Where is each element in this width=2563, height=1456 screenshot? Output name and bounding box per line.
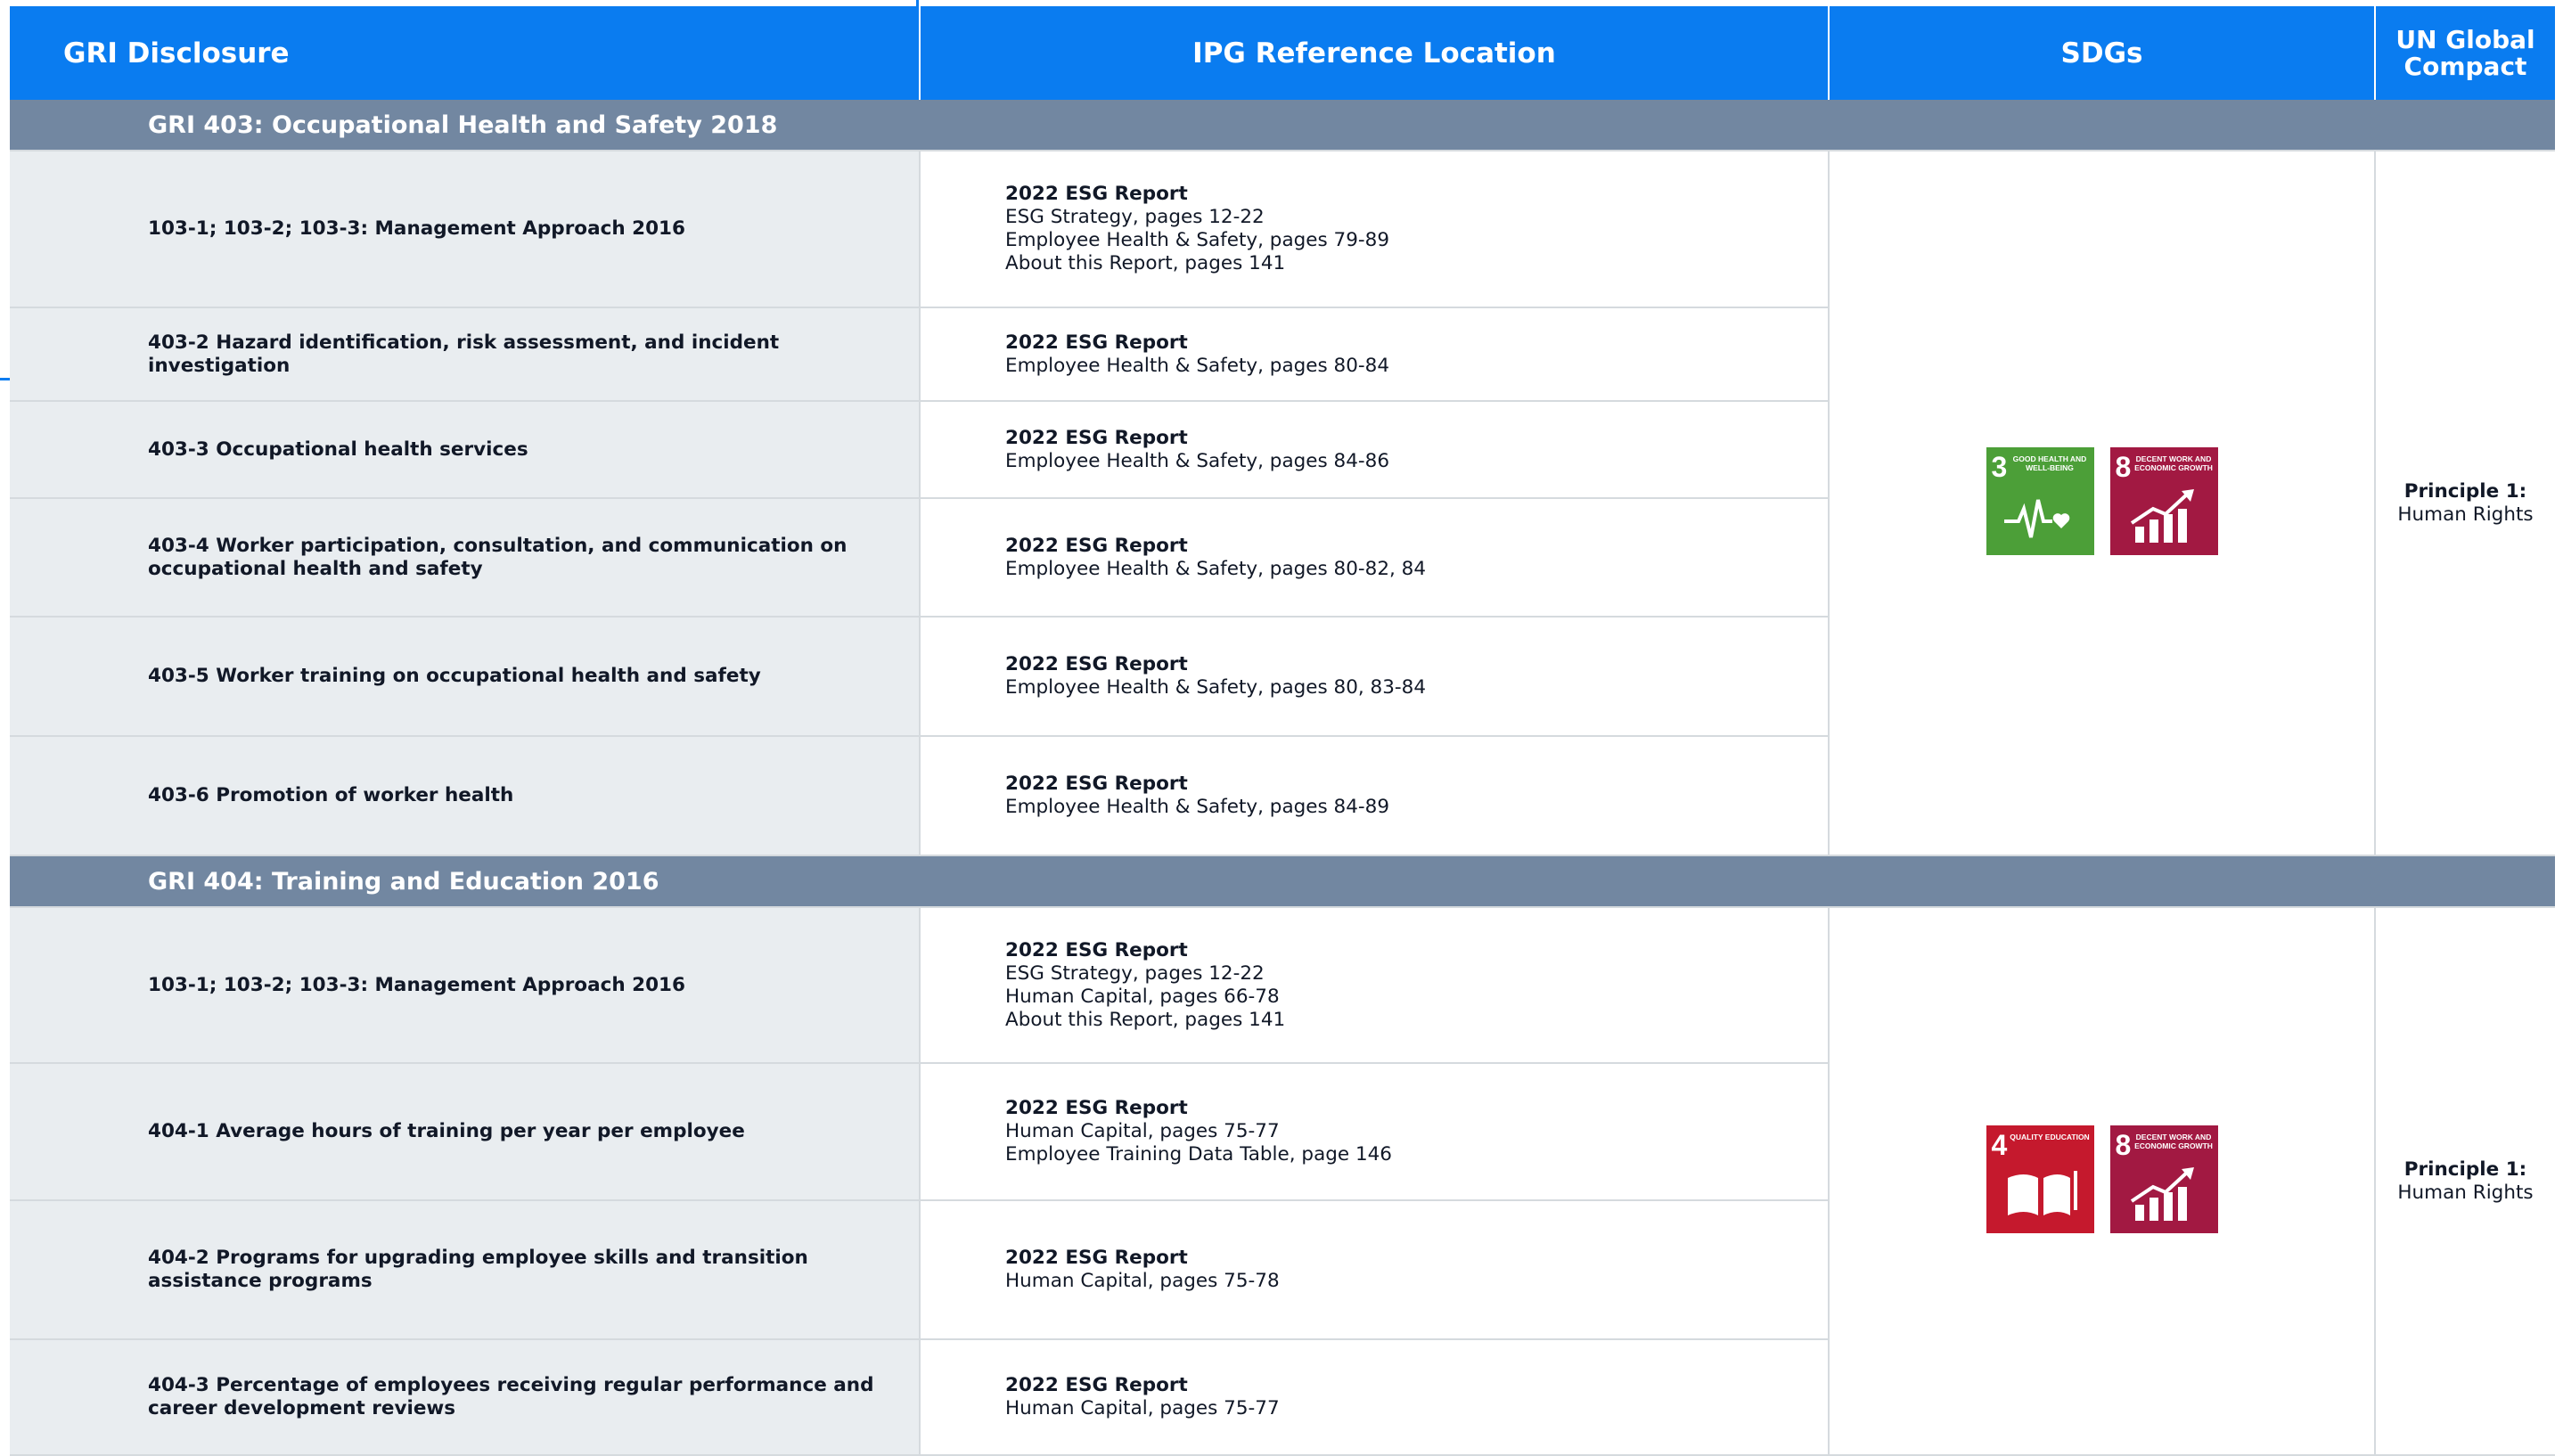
reference-line: Employee Health & Safety, pages 79-89 — [1005, 229, 1389, 251]
reference-title: 2022 ESG Report — [1005, 183, 1188, 205]
disclosure-cell: 103-1; 103-2; 103-3: Management Approach… — [10, 907, 921, 1064]
section-title: GRI 404: Training and Education 2016 — [10, 855, 2555, 908]
reference-cell: 2022 ESG Report ESG Strategy, pages 12-2… — [920, 151, 1830, 308]
reference-line: ESG Strategy, pages 12-22 — [1005, 961, 1265, 985]
sdg-cell: 3 Good Health and Well-Being 8 Decent Wo… — [1829, 151, 2376, 856]
reference-line: Human Capital, pages 75-78 — [1005, 1270, 1280, 1292]
header-un-global-compact: UN Global Compact — [2375, 6, 2555, 100]
section-header-row: GRI 404: Training and Education 2016 — [10, 855, 2555, 908]
disclosure-cell: 404-2 Programs for upgrading employee sk… — [10, 1200, 921, 1340]
table-row: 103-1; 103-2; 103-3: Management Approach… — [10, 151, 2555, 856]
sdg-label: Decent Work and Economic Growth — [2134, 1133, 2213, 1150]
sdg-label: Quality Education — [2010, 1133, 2090, 1141]
ungc-cell: Principle 1: Human Rights — [2375, 907, 2555, 1456]
table-header-row: GRI Disclosure IPG Reference Location SD… — [10, 6, 2555, 100]
sdg-number: 4 — [1991, 1129, 2008, 1161]
sdg-number: 3 — [1991, 451, 2008, 483]
sdg-label: Decent Work and Economic Growth — [2134, 454, 2213, 472]
reference-line: Employee Health & Safety, pages 80-82, 8… — [1005, 557, 1427, 580]
reference-title: 2022 ESG Report — [1005, 534, 1188, 557]
reference-line: About this Report, pages 141 — [1005, 1008, 1286, 1031]
growth-chart-icon — [2130, 489, 2194, 543]
ungc-principle: Principle 1: — [2403, 1157, 2527, 1181]
disclosure-cell: 103-1; 103-2; 103-3: Management Approach… — [10, 151, 921, 308]
reference-title: 2022 ESG Report — [1005, 1097, 1188, 1119]
disclosure-cell: 403-6 Promotion of worker health — [10, 736, 921, 856]
reference-line: Employee Health & Safety, pages 84-86 — [1005, 449, 1389, 472]
header-ungc-line2: Compact — [2403, 51, 2527, 81]
section-header-row: GRI 403: Occupational Health and Safety … — [10, 100, 2555, 151]
ungc-principle: Principle 1: — [2403, 479, 2527, 503]
table-row: 103-1; 103-2; 103-3: Management Approach… — [10, 907, 2555, 1456]
ungc-cell: Principle 1: Human Rights — [2375, 151, 2555, 856]
reference-line: Employee Health & Safety, pages 80, 83-8… — [1005, 676, 1427, 699]
disclosure-cell: 403-4 Worker participation, consultation… — [10, 498, 921, 618]
reference-line: Human Capital, pages 66-78 — [1005, 985, 1280, 1008]
header-gri-disclosure: GRI Disclosure — [10, 6, 921, 100]
reference-line: Employee Health & Safety, pages 84-89 — [1005, 796, 1389, 818]
ungc-text: Human Rights — [2397, 503, 2534, 526]
header-sdgs: SDGs — [1829, 6, 2376, 100]
reference-line: Employee Health & Safety, pages 80-84 — [1005, 354, 1389, 377]
sdg-8-decent-work-icon: 8 Decent Work and Economic Growth — [2109, 1125, 2218, 1233]
heartbeat-icon — [2003, 499, 2069, 538]
reference-line: ESG Strategy, pages 12-22 — [1005, 206, 1265, 228]
reference-cell: 2022 ESG Report Employee Health & Safety… — [920, 498, 1830, 618]
disclosure-cell: 403-5 Worker training on occupational he… — [10, 617, 921, 737]
reference-title: 2022 ESG Report — [1005, 653, 1188, 675]
section-title: GRI 403: Occupational Health and Safety … — [10, 100, 2555, 151]
reference-title: 2022 ESG Report — [1005, 1374, 1188, 1396]
gri-index-table: GRI Disclosure IPG Reference Location SD… — [10, 6, 2555, 1456]
sdg-number: 8 — [2115, 1129, 2132, 1161]
reference-cell: 2022 ESG Report Employee Health & Safety… — [920, 736, 1830, 856]
growth-chart-icon — [2130, 1167, 2194, 1221]
sdg-number: 8 — [2115, 451, 2132, 483]
reference-title: 2022 ESG Report — [1005, 426, 1188, 449]
reference-title: 2022 ESG Report — [1005, 773, 1188, 795]
reference-cell: 2022 ESG Report ESG Strategy, pages 12-2… — [920, 907, 1830, 1064]
reference-line: Human Capital, pages 75-77 — [1005, 1397, 1280, 1419]
sdg-cell: 4 Quality Education 8 Decent Work and Ec… — [1829, 907, 2376, 1456]
reference-title: 2022 ESG Report — [1005, 331, 1188, 354]
disclosure-cell: 404-3 Percentage of employees receiving … — [10, 1339, 921, 1456]
reference-cell: 2022 ESG Report Human Capital, pages 75-… — [920, 1200, 1830, 1340]
reference-title: 2022 ESG Report — [1005, 938, 1188, 961]
ungc-text: Human Rights — [2397, 1181, 2534, 1204]
book-icon — [2007, 1171, 2077, 1215]
reference-line: Human Capital, pages 75-77 — [1005, 1120, 1280, 1142]
reference-line: Employee Training Data Table, page 146 — [1005, 1143, 1392, 1166]
reference-cell: 2022 ESG Report Employee Health & Safety… — [920, 401, 1830, 499]
sdg-3-good-health-icon: 3 Good Health and Well-Being — [1986, 447, 2094, 555]
disclosure-cell: 403-2 Hazard identification, risk assess… — [10, 307, 921, 402]
reference-cell: 2022 ESG Report Human Capital, pages 75-… — [920, 1339, 1830, 1456]
header-ipg-reference: IPG Reference Location — [920, 6, 1830, 100]
disclosure-cell: 404-1 Average hours of training per year… — [10, 1063, 921, 1201]
header-ungc-line1: UN Global — [2395, 24, 2535, 54]
reference-cell: 2022 ESG Report Employee Health & Safety… — [920, 307, 1830, 402]
sdg-label: Good Health and Well-Being — [2012, 454, 2087, 472]
disclosure-cell: 403-3 Occupational health services — [10, 401, 921, 499]
reference-cell: 2022 ESG Report Employee Health & Safety… — [920, 617, 1830, 737]
reference-title: 2022 ESG Report — [1005, 1247, 1188, 1269]
reference-cell: 2022 ESG Report Human Capital, pages 75-… — [920, 1063, 1830, 1201]
reference-line: About this Report, pages 141 — [1005, 252, 1286, 274]
sdg-4-quality-education-icon: 4 Quality Education — [1986, 1125, 2094, 1233]
sdg-8-decent-work-icon: 8 Decent Work and Economic Growth — [2109, 447, 2218, 555]
